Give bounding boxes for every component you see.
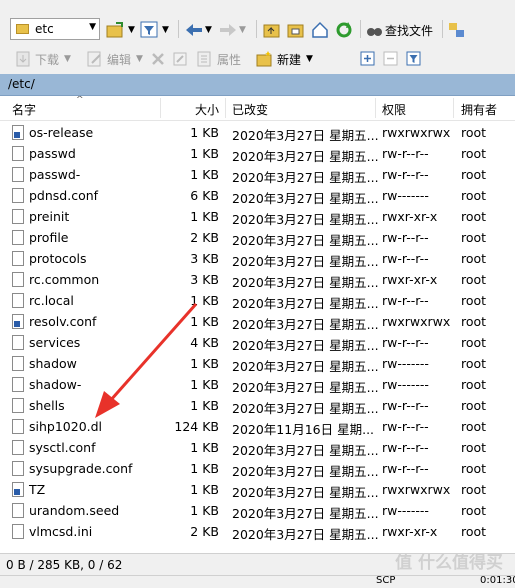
toolbar-actions: 下载 ▼ 编辑 ▼ 属性 新建 ▼ [0,44,515,113]
root-folder-icon [287,24,304,38]
protocol-label: SCP [376,575,396,586]
edit-button[interactable]: 编辑 ▼ [86,49,143,69]
home-icon [312,21,328,38]
download-label: 下载 [35,52,60,67]
chevron-down-icon: ▼ [89,22,96,32]
download-button[interactable]: 下载 ▼ [14,49,71,69]
deselect-button[interactable] [383,49,399,69]
open-folder-button[interactable]: ▼ [106,20,135,40]
new-folder-icon [256,51,272,67]
delete-button[interactable] [150,49,166,69]
home-button[interactable] [311,20,329,40]
file-list: 名字 ^ 大小 已改变 权限 拥有者 os-release 1 KB 2020年3月… [0,96,515,553]
annotation-arrow [95,303,198,418]
new-label: 新建 [277,52,302,67]
parent-dir-button[interactable] [263,20,281,40]
toolbar-top: etc ▼ ▼ ▼ ▼ ▼ 查找文件 [0,0,515,44]
select-all-button[interactable] [360,49,376,69]
back-button[interactable]: ▼ [184,20,212,40]
rename-icon [173,52,187,66]
sync-icon [449,23,464,37]
sync-browse-button[interactable] [448,20,466,40]
minus-box-icon [383,51,398,66]
delete-x-icon [152,53,164,65]
properties-label: 属性 [217,52,242,67]
path-bar: /etc/ [0,74,515,96]
properties-button[interactable]: 属性 [196,49,241,69]
edit-label: 编辑 [107,52,132,67]
download-icon [16,51,30,67]
plus-box-icon [360,51,375,66]
filter-button[interactable]: ▼ [140,20,169,40]
parent-folder-icon [263,24,280,38]
funnel-icon [406,51,421,66]
status-text: 0 B / 285 KB, 0 / 62 [6,558,123,572]
root-dir-button[interactable] [287,20,305,40]
watermark-text: 值 什么值得买 [395,553,503,573]
refresh-icon [336,22,352,38]
folder-icon [16,24,29,34]
edit-icon [87,51,101,67]
find-files-label: 查找文件 [385,23,434,38]
forward-button[interactable]: ▼ [218,20,246,40]
properties-icon [197,51,211,67]
binoculars-icon [367,28,382,36]
session-time: 0:01:30 [480,575,515,586]
filter-icon [140,21,158,38]
arrow-right-icon [220,24,236,36]
status-bar-bottom: SCP 0:01:30 [0,575,515,588]
arrow-left-icon [186,24,202,36]
refresh-button[interactable] [335,20,353,40]
current-path: /etc/ [8,77,35,91]
rename-button[interactable] [172,49,190,69]
open-folder-icon [106,22,123,38]
path-combo-value: etc [35,22,54,36]
new-button[interactable]: 新建 ▼ [256,49,313,69]
find-files-button[interactable]: 查找文件 [366,20,433,40]
path-combo[interactable]: etc ▼ [10,18,100,40]
filter-select-button[interactable] [406,49,422,69]
